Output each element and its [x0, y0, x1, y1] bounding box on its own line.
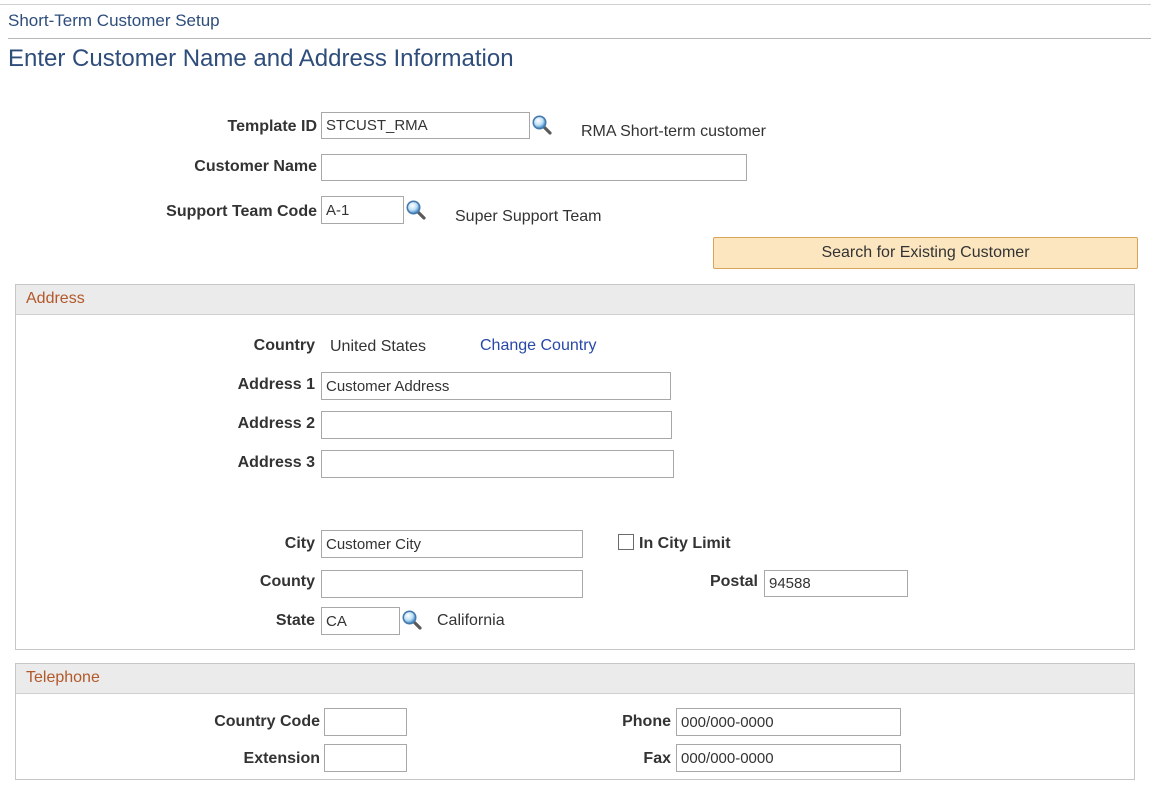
extension-input[interactable]	[324, 744, 407, 772]
address2-input[interactable]	[321, 411, 672, 439]
breadcrumb: Short-Term Customer Setup	[8, 11, 220, 30]
page-title: Enter Customer Name and Address Informat…	[8, 45, 514, 72]
postal-label: Postal	[709, 573, 758, 590]
in-city-limit-checkbox[interactable]	[618, 534, 634, 550]
country-value: United States	[330, 338, 427, 355]
template-id-label: Template ID	[227, 118, 318, 135]
address1-label: Address 1	[237, 376, 315, 393]
phone-label: Phone	[622, 713, 671, 730]
phone-input[interactable]	[676, 708, 901, 736]
extension-label: Extension	[243, 750, 320, 767]
state-description: California	[437, 612, 505, 629]
customer-name-input[interactable]	[321, 154, 747, 181]
search-existing-customer-button[interactable]: Search for Existing Customer	[713, 237, 1138, 269]
county-input[interactable]	[321, 570, 583, 598]
top-rule	[0, 4, 1151, 5]
country-label: Country	[253, 337, 315, 354]
county-label: County	[259, 573, 315, 590]
state-lookup-icon[interactable]	[401, 609, 423, 631]
country-code-label: Country Code	[214, 713, 320, 730]
support-team-code-label: Support Team Code	[166, 203, 317, 220]
telephone-group-header: Telephone	[16, 664, 1134, 694]
template-id-input[interactable]	[321, 112, 530, 139]
customer-name-label: Customer Name	[194, 158, 317, 175]
city-label: City	[284, 535, 315, 552]
address-group-title: Address	[26, 290, 85, 307]
postal-input[interactable]	[764, 570, 908, 597]
telephone-group-title: Telephone	[26, 669, 100, 686]
change-country-link[interactable]: Change Country	[480, 337, 597, 355]
support-team-lookup-icon[interactable]	[405, 199, 427, 221]
telephone-group: Telephone	[15, 663, 1135, 780]
address3-input[interactable]	[321, 450, 674, 478]
fax-input[interactable]	[676, 744, 901, 772]
template-id-description: RMA Short-term customer	[581, 123, 766, 140]
city-input[interactable]	[321, 530, 583, 558]
template-id-lookup-icon[interactable]	[531, 114, 553, 136]
country-code-input[interactable]	[324, 708, 407, 736]
support-team-description: Super Support Team	[455, 208, 602, 225]
state-label: State	[275, 612, 315, 629]
in-city-limit-label: In City Limit	[639, 535, 731, 552]
address-group-header: Address	[16, 285, 1134, 315]
address1-input[interactable]	[321, 372, 671, 400]
address2-label: Address 2	[237, 415, 315, 432]
address3-label: Address 3	[237, 454, 315, 471]
state-input[interactable]	[321, 607, 400, 635]
fax-label: Fax	[643, 750, 671, 767]
support-team-code-input[interactable]	[321, 196, 404, 224]
breadcrumb-divider	[8, 38, 1151, 39]
